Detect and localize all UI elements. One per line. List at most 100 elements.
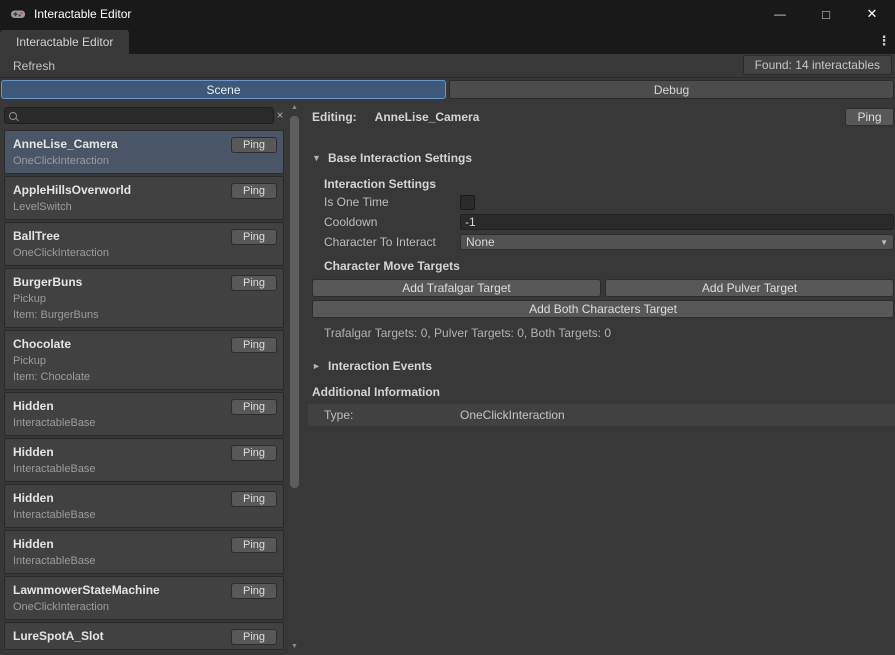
search-icon <box>9 112 17 120</box>
ping-button[interactable]: Ping <box>231 629 277 645</box>
list-scrollbar[interactable]: ▲ ▼ <box>288 102 301 653</box>
add-trafalgar-target-button[interactable]: Add Trafalgar Target <box>312 279 601 297</box>
section-interaction-settings: Interaction Settings <box>324 176 894 192</box>
ping-button[interactable]: Ping <box>231 229 277 245</box>
list-item[interactable]: BurgerBuns PickupItem: BurgerBuns Ping <box>4 268 284 328</box>
editor-tab-bar: Interactable Editor ⋮ <box>0 28 895 54</box>
interactable-subtitle: OneClickInteraction <box>13 155 275 167</box>
foldout-closed-icon: ► <box>312 361 322 371</box>
search-input[interactable] <box>22 109 269 122</box>
interactable-subtitle: Pickup <box>13 355 275 367</box>
tab-menu-icon[interactable]: ⋮ <box>877 32 891 50</box>
ping-button[interactable]: Ping <box>231 537 277 553</box>
foldout-label: Interaction Events <box>328 359 432 373</box>
list-item[interactable]: LawnmowerStateMachine OneClickInteractio… <box>4 576 284 620</box>
cooldown-label: Cooldown <box>324 215 460 229</box>
list-item[interactable]: Hidden InteractableBase Ping <box>4 438 284 482</box>
interactable-subtitle: InteractableBase <box>13 555 275 567</box>
tab-label: Interactable Editor <box>16 35 113 49</box>
interactable-subtitle: OneClickInteraction <box>13 247 275 259</box>
cooldown-row: Cooldown <box>324 212 894 232</box>
interactable-subtitle: InteractableBase <box>13 417 275 429</box>
ping-button[interactable]: Ping <box>231 183 277 199</box>
interactable-subtitles: LevelSwitch <box>13 201 275 213</box>
type-row: Type: OneClickInteraction <box>308 404 895 426</box>
type-label: Type: <box>324 408 460 422</box>
foldout-interaction-events[interactable]: ► Interaction Events <box>312 358 894 374</box>
ping-button[interactable]: Ping <box>845 108 894 126</box>
dropdown-value: None <box>466 235 495 249</box>
scrollbar-thumb[interactable] <box>290 116 299 488</box>
list-item[interactable]: BallTree OneClickInteraction Ping <box>4 222 284 266</box>
interactable-subtitles: InteractableBase <box>13 555 275 567</box>
interactable-subtitles: OneClickInteraction <box>13 155 275 167</box>
target-buttons-row: Add Trafalgar Target Add Pulver Target <box>312 279 894 297</box>
search-clear-button[interactable]: × <box>273 107 287 124</box>
interactable-subtitles: PickupItem: Chocolate <box>13 355 275 383</box>
cooldown-input[interactable] <box>460 214 894 230</box>
is-one-time-label: Is One Time <box>324 195 460 209</box>
list-item[interactable]: Hidden InteractableBase Ping <box>4 530 284 574</box>
interactable-list: AnneLise_Camera OneClickInteraction Ping… <box>4 130 284 655</box>
scroll-up-icon[interactable]: ▲ <box>288 102 301 114</box>
interactable-subtitles: PickupItem: BurgerBuns <box>13 293 275 321</box>
targets-summary: Trafalgar Targets: 0, Pulver Targets: 0,… <box>324 326 894 340</box>
ping-button[interactable]: Ping <box>231 137 277 153</box>
character-to-interact-label: Character To Interact <box>324 235 460 249</box>
refresh-button[interactable]: Refresh <box>9 57 59 75</box>
character-to-interact-dropdown[interactable]: None ▼ <box>460 234 894 250</box>
tab-interactable-editor[interactable]: Interactable Editor <box>0 30 129 54</box>
interactable-subtitles: InteractableBase <box>13 463 275 475</box>
list-item[interactable]: Hidden InteractableBase Ping <box>4 484 284 528</box>
interactable-subtitle: LevelSwitch <box>13 201 275 213</box>
interactable-subtitle: Item: BurgerBuns <box>13 309 275 321</box>
ping-button[interactable]: Ping <box>231 399 277 415</box>
interactable-subtitle: InteractableBase <box>13 509 275 521</box>
interactable-subtitles: OneClickInteraction <box>13 247 275 259</box>
interactable-subtitle: InteractableBase <box>13 463 275 475</box>
ping-button[interactable]: Ping <box>231 583 277 599</box>
content-area: × AnneLise_Camera OneClickInteraction Pi… <box>0 100 895 655</box>
app-icon <box>10 6 26 22</box>
interactable-subtitles: OneClickInteraction <box>13 601 275 613</box>
inspector-panel: Editing: AnneLise_Camera Ping ▼ Base Int… <box>304 100 895 655</box>
scene-list-panel: × AnneLise_Camera OneClickInteraction Pi… <box>0 100 304 655</box>
list-item[interactable]: AppleHillsOverworld LevelSwitch Ping <box>4 176 284 220</box>
ping-button[interactable]: Ping <box>231 491 277 507</box>
toolbar: Refresh Found: 14 interactables <box>0 54 895 78</box>
foldout-base-interaction-settings[interactable]: ▼ Base Interaction Settings <box>312 150 894 166</box>
add-both-characters-target-button[interactable]: Add Both Characters Target <box>312 300 894 318</box>
interactable-subtitle: OneClickInteraction <box>13 601 275 613</box>
list-item[interactable]: LureSpotA_Slot Ping <box>4 622 284 650</box>
tab-scene[interactable]: Scene <box>1 80 446 99</box>
is-one-time-row: Is One Time <box>324 192 894 212</box>
chevron-down-icon: ▼ <box>880 238 888 247</box>
foldout-label: Base Interaction Settings <box>328 151 472 165</box>
window-controls: — □ ✕ <box>757 0 895 28</box>
section-character-move-targets: Character Move Targets <box>324 258 894 274</box>
add-pulver-target-button[interactable]: Add Pulver Target <box>605 279 894 297</box>
character-to-interact-row: Character To Interact None ▼ <box>324 232 894 252</box>
close-button[interactable]: ✕ <box>849 0 895 28</box>
list-item[interactable]: AnneLise_Camera OneClickInteraction Ping <box>4 130 284 174</box>
editing-value: AnneLise_Camera <box>375 110 480 124</box>
window-title: Interactable Editor <box>34 7 131 21</box>
ping-button[interactable]: Ping <box>231 337 277 353</box>
tab-debug[interactable]: Debug <box>449 80 894 99</box>
title-bar: Interactable Editor — □ ✕ <box>0 0 895 28</box>
interactable-subtitles: InteractableBase <box>13 417 275 429</box>
found-count-label: Found: 14 interactables <box>743 55 892 75</box>
search-field[interactable] <box>4 107 274 124</box>
ping-button[interactable]: Ping <box>231 275 277 291</box>
list-item[interactable]: Chocolate PickupItem: Chocolate Ping <box>4 330 284 390</box>
ping-button[interactable]: Ping <box>231 445 277 461</box>
maximize-button[interactable]: □ <box>803 0 849 28</box>
is-one-time-checkbox[interactable] <box>460 195 475 210</box>
minimize-button[interactable]: — <box>757 0 803 28</box>
type-value: OneClickInteraction <box>460 408 565 422</box>
app-window: Interactable Editor — □ ✕ Interactable E… <box>0 0 895 655</box>
list-item[interactable]: Hidden InteractableBase Ping <box>4 392 284 436</box>
scroll-down-icon[interactable]: ▼ <box>288 641 301 653</box>
editing-label: Editing: <box>312 110 357 124</box>
editing-header: Editing: AnneLise_Camera Ping <box>312 108 894 126</box>
